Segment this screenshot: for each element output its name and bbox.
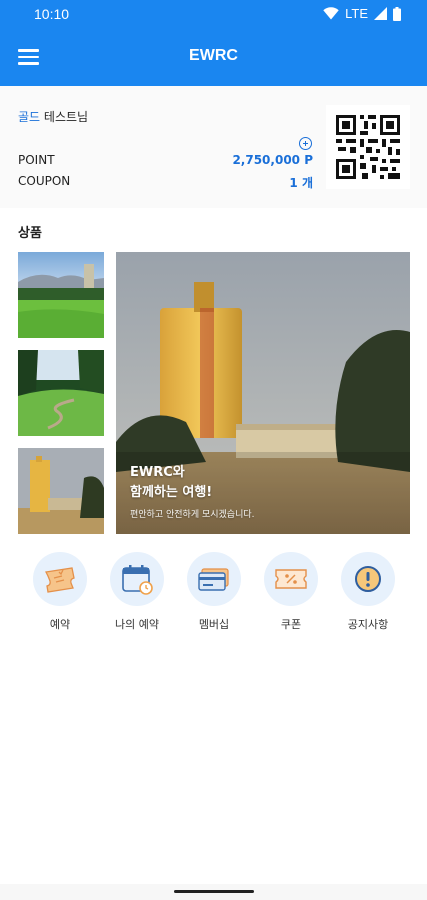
point-value: 2,750,000 P xyxy=(232,153,313,167)
quick-menu-label: 쿠폰 xyxy=(280,618,302,631)
quick-menu: 예약 나의 예약 멤버십 쿠폰 공지사항 xyxy=(18,552,410,632)
signal-icon xyxy=(374,7,387,20)
network-type: LTE xyxy=(345,6,368,21)
quick-menu-label: 예약 xyxy=(49,618,71,631)
member-card: 골드 테스트님 POINT 2,750,000 P COUPON 1 개 xyxy=(0,86,427,208)
system-nav-bar xyxy=(0,884,427,900)
app-bar: EWRC xyxy=(0,30,427,86)
coupon-value: 1 개 xyxy=(289,176,313,190)
quick-menu-coupon[interactable]: 쿠폰 xyxy=(261,552,321,632)
golf-course-image xyxy=(18,252,104,338)
quick-menu-label: 공지사항 xyxy=(347,618,389,631)
golf-course-image xyxy=(18,350,104,436)
notice-icon xyxy=(355,566,381,592)
coupon-label: COUPON xyxy=(18,174,71,188)
battery-icon xyxy=(393,6,401,21)
member-username: 테스트님 xyxy=(43,110,89,124)
hero-title-line1: EWRC와 xyxy=(130,465,185,480)
product-thumbnail-3[interactable] xyxy=(18,448,104,534)
member-name: 골드 테스트님 xyxy=(18,108,88,125)
qr-code[interactable] xyxy=(326,105,410,189)
product-section-title: 상품 xyxy=(18,226,42,241)
quick-menu-label: 나의 예약 xyxy=(115,618,159,631)
app-title: EWRC xyxy=(189,47,238,64)
home-gesture-handle[interactable] xyxy=(174,890,254,893)
status-bar: 10:10 LTE xyxy=(0,0,427,30)
coupon-icon xyxy=(275,569,307,589)
product-hero-banner[interactable]: EWRC와 함께하는 여행! 편안하고 안전하게 모시겠습니다. xyxy=(116,252,410,534)
status-time: 10:10 xyxy=(34,6,70,22)
add-point-icon[interactable] xyxy=(299,137,312,150)
hotel-tower-image xyxy=(18,448,104,534)
hero-title-line2: 함께하는 여행! xyxy=(130,485,213,500)
membership-card-icon xyxy=(198,568,229,591)
point-label: POINT xyxy=(18,153,55,167)
quick-menu-notice[interactable]: 공지사항 xyxy=(338,552,398,632)
hero-subtitle: 편안하고 안전하게 모시겠습니다. xyxy=(130,510,255,520)
member-grade: 골드 xyxy=(18,110,41,124)
product-thumbnail-2[interactable] xyxy=(18,350,104,436)
quick-menu-label: 멤버십 xyxy=(198,618,230,631)
quick-menu-my-reservation[interactable]: 나의 예약 xyxy=(107,552,167,632)
quick-menu-reservation[interactable]: 예약 xyxy=(30,552,90,632)
product-thumbnail-1[interactable] xyxy=(18,252,104,338)
status-icons: LTE xyxy=(323,6,401,21)
wifi-icon xyxy=(323,7,339,20)
qr-code-icon xyxy=(326,105,410,189)
hero-caption: EWRC와 함께하는 여행! 편안하고 안전하게 모시겠습니다. xyxy=(130,463,255,520)
calendar-icon xyxy=(122,565,153,595)
quick-menu-membership[interactable]: 멤버십 xyxy=(184,552,244,632)
ticket-icon xyxy=(45,567,75,593)
